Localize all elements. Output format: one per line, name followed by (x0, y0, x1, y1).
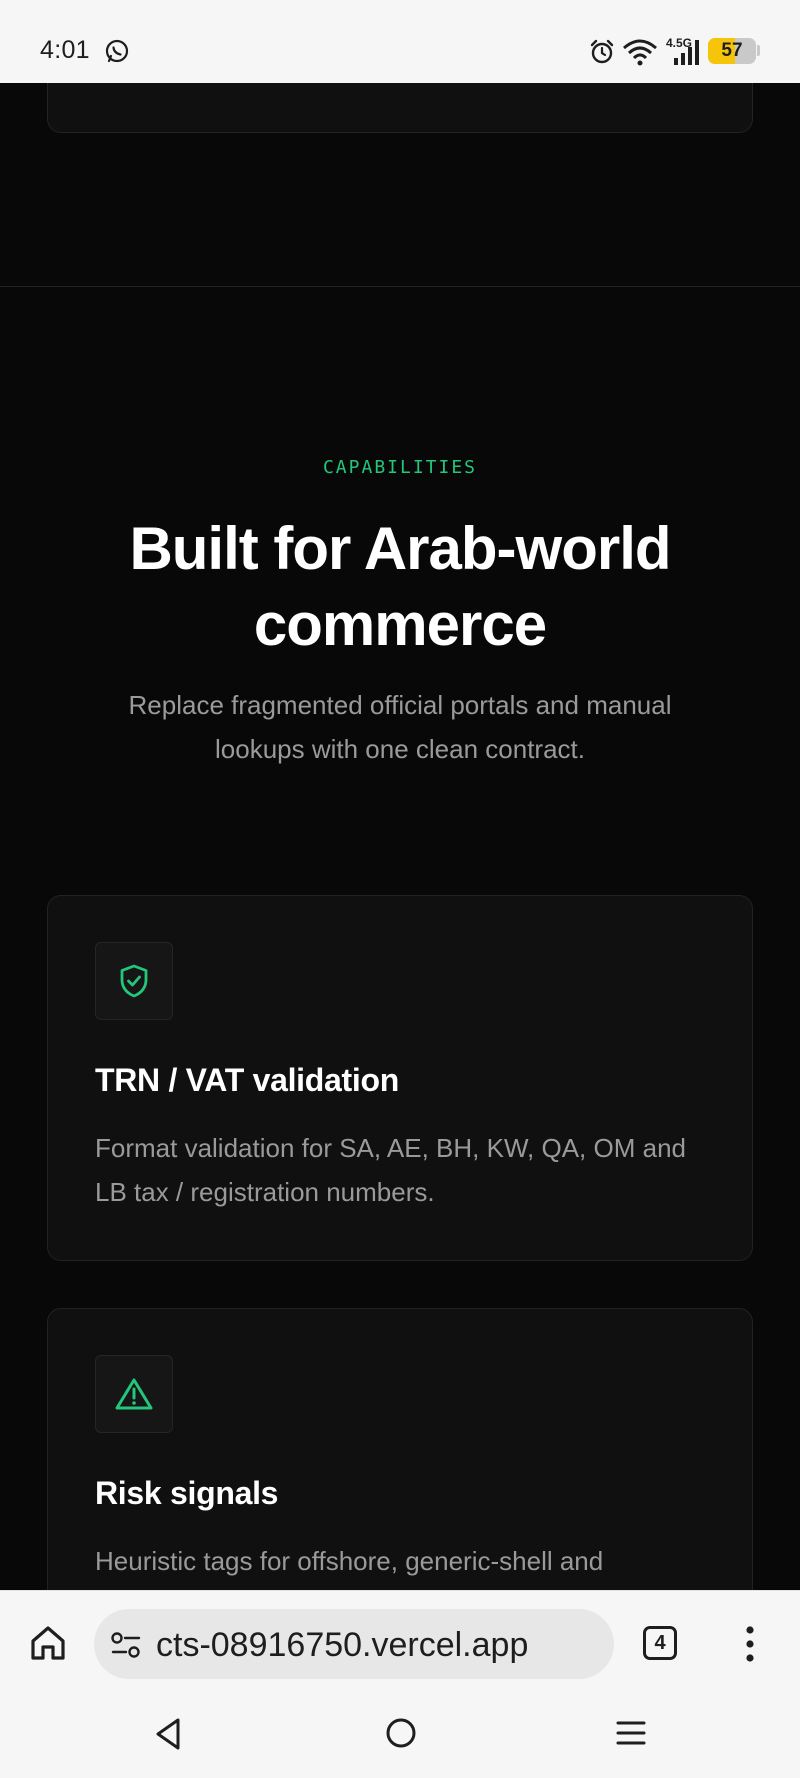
url-text: cts-08916750.vercel.app (156, 1626, 529, 1664)
back-icon[interactable] (152, 1716, 184, 1752)
feature-title: Risk signals (95, 1475, 279, 1511)
feature-icon-box (95, 1355, 173, 1433)
cell-signal-icon (674, 40, 699, 65)
more-menu-icon[interactable] (740, 1624, 760, 1664)
feature-card: TRN / VAT validation Format validation f… (47, 895, 753, 1261)
section-headline: Built for Arab-world commerce (129, 515, 671, 658)
section-divider (0, 286, 800, 287)
address-bar[interactable]: cts-08916750.vercel.app (94, 1609, 614, 1679)
battery-tip (757, 45, 760, 56)
warning-triangle-icon (115, 1378, 153, 1410)
feature-card: Risk signals Heuristic tags for offshore… (47, 1308, 753, 1590)
home-circle-icon[interactable] (384, 1716, 418, 1750)
feature-description: Format validation for SA, AE, BH, KW, QA… (95, 1133, 686, 1207)
site-settings-icon[interactable] (110, 1631, 142, 1659)
wifi-icon (623, 39, 657, 66)
whatsapp-icon (105, 39, 129, 63)
tab-switcher-button[interactable]: 4 (643, 1626, 677, 1660)
phone-screen: 4:01 4.5G 57 CAPABILITIES Built for Arab… (0, 0, 800, 1778)
feature-description: Heuristic tags for offshore, generic-she… (95, 1546, 604, 1576)
feature-icon-box (95, 942, 173, 1020)
previous-section-card (47, 83, 753, 133)
battery-indicator: 57 (708, 38, 756, 64)
section-eyebrow: CAPABILITIES (322, 457, 478, 478)
home-icon[interactable] (28, 1623, 68, 1663)
recents-icon[interactable] (614, 1718, 648, 1748)
status-bar: 4:01 4.5G 57 (0, 0, 800, 83)
status-time: 4:01 (40, 36, 90, 64)
section-subtitle: Replace fragmented official portals and … (128, 690, 672, 764)
shield-check-icon (120, 964, 148, 998)
alarm-icon (590, 39, 614, 64)
feature-title: TRN / VAT validation (95, 1062, 399, 1098)
web-content[interactable]: CAPABILITIES Built for Arab-world commer… (0, 83, 800, 1590)
system-navigation-bar (0, 1694, 800, 1778)
browser-toolbar: cts-08916750.vercel.app 4 (0, 1590, 800, 1694)
battery-percent: 57 (721, 40, 743, 61)
